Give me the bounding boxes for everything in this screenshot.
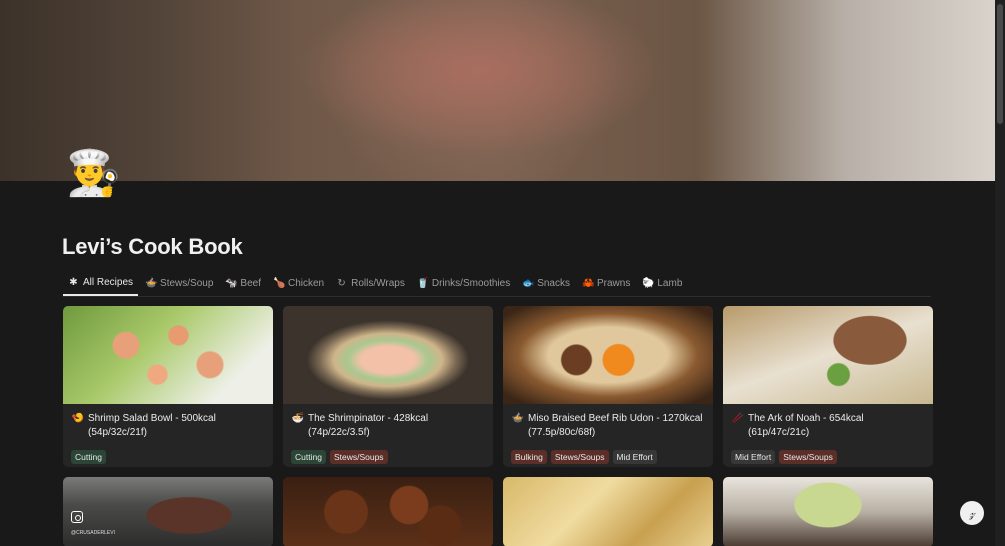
roll-icon: ↻ [337,277,346,289]
recipe-photo [283,477,493,546]
tab-lamb[interactable]: 🐑 Lamb [637,270,687,296]
instagram-handle: @CRUSADERLEVI [71,530,115,536]
recipe-photo [283,306,493,404]
tag: Stews/Soups [779,450,837,464]
recipe-title: 🍜 The Shrimpinator - 428kcal (74p/22c/3.5… [291,413,429,438]
pot-icon: 🍲 [511,413,525,424]
tag: Mid Effort [612,450,657,464]
tag: Cutting [291,450,326,464]
recipe-title: 🍤 Shrimp Salad Bowl - 500kcal (54p/32c/21… [71,413,216,438]
recipe-card[interactable] [283,477,493,546]
recipe-card[interactable]: 🥢 The Ark of Noah - 654kcal (61p/47c/21c)… [723,306,933,467]
help-button[interactable]: 𝓏 [960,501,984,525]
asterisk-icon: ✱ [69,276,78,288]
recipe-photo [723,477,933,546]
tag: Bulking [511,450,547,464]
tab-stews-soup[interactable]: 🍲 Stews/Soup [140,270,218,296]
tab-prawns[interactable]: 🦀 Prawns [577,270,635,296]
recipe-card[interactable]: 🍤 Shrimp Salad Bowl - 500kcal (54p/32c/21… [63,306,273,467]
recipe-card[interactable]: 🍲 Miso Braised Beef Rib Udon - 1270kcal (… [503,306,713,467]
tag: Cutting [71,450,106,464]
chopsticks-icon: 🥢 [731,413,745,424]
tab-rolls-wraps[interactable]: ↻ Rolls/Wraps [331,270,410,296]
recipe-photo [63,306,273,404]
recipe-photo [503,306,713,404]
tab-snacks[interactable]: 🐟 Snacks [517,270,575,296]
view-tabs: ✱ All Recipes 🍲 Stews/Soup 🐄 Beef 🍗 Chicken … [63,270,931,297]
pot-icon: 🍲 [145,277,158,289]
bowl-icon: 🍜 [291,413,305,424]
cover-image[interactable] [0,0,995,181]
recipe-card[interactable] [503,477,713,546]
chef-icon[interactable]: 👨‍🍳 [66,152,121,196]
tag: Stews/Soups [550,450,609,464]
recipe-title: 🥢 The Ark of Noah - 654kcal (61p/47c/21c) [731,413,864,438]
recipe-card[interactable] [723,477,933,546]
page-title[interactable]: Levi’s Cook Book [62,234,243,260]
recipe-card[interactable]: 🍜 The Shrimpinator - 428kcal (74p/22c/3.5… [283,306,493,467]
tag: Mid Effort [731,450,776,464]
drumstick-icon: 🍗 [272,277,286,289]
fish-icon: 🐟 [522,277,535,289]
sheep-icon: 🐑 [642,277,655,289]
recipe-photo: @CRUSADERLEVI [63,477,273,546]
shrimp-icon: 🍤 [71,413,85,424]
scrollbar[interactable] [995,0,1005,546]
tab-beef[interactable]: 🐄 Beef [220,270,266,296]
scrollbar-thumb[interactable] [997,4,1003,124]
cow-icon: 🐄 [225,277,238,289]
instagram-icon [71,511,83,523]
tab-drinks-smoothies[interactable]: 🥤 Drinks/Smoothies [412,270,515,296]
crab-icon: 🦀 [582,277,595,289]
tag: Stews/Soups [329,450,388,464]
recipe-photo [723,306,933,404]
recipe-photo [503,477,713,546]
recipe-title: 🍲 Miso Braised Beef Rib Udon - 1270kcal (… [511,413,703,438]
tab-chicken[interactable]: 🍗 Chicken [268,270,329,296]
cup-icon: 🥤 [416,277,430,289]
recipe-card[interactable]: @CRUSADERLEVI [63,477,273,546]
tab-all-recipes[interactable]: ✱ All Recipes [63,270,139,296]
